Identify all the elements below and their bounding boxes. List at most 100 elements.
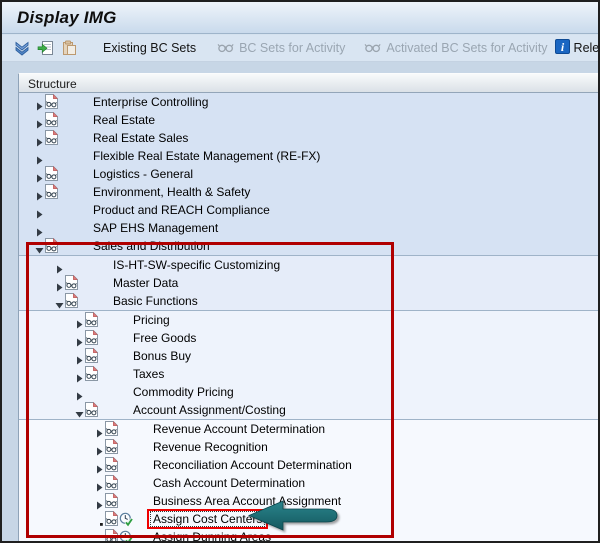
- expand-triangle-icon[interactable]: [95, 461, 104, 470]
- tree-band-level-4: Revenue Account Determination Revenue Rec…: [19, 420, 598, 541]
- img-doc-glasses-icon[interactable]: [105, 421, 118, 436]
- toolbar: Existing BC Sets BC Sets for Activity Ac…: [2, 35, 598, 62]
- img-doc-glasses-icon[interactable]: [105, 529, 118, 541]
- paste-icon[interactable]: [61, 40, 77, 57]
- tree-item-label[interactable]: Reconciliation Account Determination: [153, 458, 352, 472]
- img-activity-icon[interactable]: [119, 530, 134, 541]
- img-doc-glasses-icon[interactable]: [45, 166, 58, 181]
- img-doc-glasses-icon[interactable]: [105, 493, 118, 508]
- expand-triangle-icon[interactable]: [75, 316, 84, 325]
- expand-triangle-icon[interactable]: [35, 116, 44, 125]
- collapse-triangle-icon[interactable]: [35, 242, 44, 251]
- tree-row: IS-HT-SW-specific Customizing: [19, 256, 598, 274]
- tree-item-label[interactable]: Product and REACH Compliance: [93, 203, 270, 217]
- tree-row: Free Goods: [19, 329, 598, 347]
- tree-item-label[interactable]: Assign Dunning Areas: [153, 530, 271, 541]
- img-doc-glasses-icon[interactable]: [85, 366, 98, 381]
- img-doc-glasses-icon[interactable]: [105, 475, 118, 490]
- img-doc-glasses-icon[interactable]: [45, 130, 58, 145]
- expand-triangle-icon[interactable]: [95, 443, 104, 452]
- expand-collapse-chevrons-icon[interactable]: [14, 40, 30, 57]
- expand-triangle-icon[interactable]: [75, 352, 84, 361]
- expand-triangle-icon[interactable]: [35, 152, 44, 161]
- expand-triangle-icon[interactable]: [95, 479, 104, 488]
- release-notes-label: Release: [574, 41, 600, 55]
- expand-triangle-icon[interactable]: [95, 425, 104, 434]
- release-notes-button[interactable]: i Release: [555, 39, 600, 57]
- tree-row: Sales and Distribution: [19, 237, 598, 255]
- img-doc-glasses-icon[interactable]: [45, 184, 58, 199]
- img-doc-glasses-icon[interactable]: [105, 439, 118, 454]
- expand-triangle-icon[interactable]: [55, 279, 64, 288]
- expand-triangle-icon[interactable]: [75, 370, 84, 379]
- collapse-triangle-icon[interactable]: [75, 406, 84, 415]
- tree-item-label[interactable]: Real Estate Sales: [93, 131, 188, 145]
- tree-row: Commodity Pricing: [19, 383, 598, 401]
- expand-triangle-icon[interactable]: [35, 224, 44, 233]
- tree-item-label[interactable]: Flexible Real Estate Management (RE-FX): [93, 149, 320, 163]
- tree-item-label[interactable]: Revenue Recognition: [153, 440, 268, 454]
- info-icon: i: [555, 39, 570, 57]
- window-titlebar: Display IMG: [2, 2, 598, 34]
- expand-triangle-icon[interactable]: [75, 388, 84, 397]
- existing-bc-sets-button[interactable]: Existing BC Sets: [97, 40, 202, 56]
- img-doc-glasses-icon[interactable]: [105, 457, 118, 472]
- tree-item-label[interactable]: Business Area Account Assignment: [153, 494, 341, 508]
- img-doc-glasses-icon[interactable]: [65, 275, 78, 290]
- expand-triangle-icon[interactable]: [35, 134, 44, 143]
- expand-triangle-icon[interactable]: [35, 170, 44, 179]
- tree-row: Enterprise Controlling: [19, 93, 598, 111]
- tree-item-label[interactable]: Real Estate: [93, 113, 155, 127]
- img-doc-glasses-icon[interactable]: [105, 511, 118, 526]
- img-activity-icon[interactable]: [119, 512, 134, 527]
- img-doc-glasses-icon[interactable]: [45, 112, 58, 127]
- img-doc-glasses-icon[interactable]: [45, 238, 58, 253]
- tree-item-label[interactable]: Sales and Distribution: [93, 239, 210, 253]
- tree-item-label[interactable]: Basic Functions: [113, 294, 198, 308]
- tree-item-label[interactable]: Environment, Health & Safety: [93, 185, 250, 199]
- tree-band-level-3: Pricing Free Goods Bonus Buy Taxes Commodity…: [19, 311, 598, 420]
- activated-bc-sets-for-activity-button[interactable]: Activated BC Sets for Activity: [364, 41, 547, 56]
- tree-row: Taxes: [19, 365, 598, 383]
- img-doc-glasses-icon[interactable]: [85, 402, 98, 417]
- tree-item-label[interactable]: Commodity Pricing: [133, 385, 234, 399]
- tree-row: Basic Functions: [19, 292, 598, 310]
- tree-item-label[interactable]: Account Assignment/Costing: [133, 403, 286, 417]
- tree-item-label[interactable]: Master Data: [113, 276, 178, 290]
- expand-triangle-icon[interactable]: [35, 188, 44, 197]
- expand-triangle-icon[interactable]: [75, 334, 84, 343]
- tree-item-label[interactable]: Pricing: [133, 313, 170, 327]
- display-bc-sets-icon[interactable]: [37, 40, 54, 57]
- expand-triangle-icon[interactable]: [55, 261, 64, 270]
- tree-row: SAP EHS Management: [19, 219, 598, 237]
- glasses-icon: [364, 41, 382, 56]
- img-doc-glasses-icon[interactable]: [85, 312, 98, 327]
- img-doc-glasses-icon[interactable]: [85, 348, 98, 363]
- tree-row: Reconciliation Account Determination: [19, 456, 598, 474]
- tree-item-label[interactable]: IS-HT-SW-specific Customizing: [113, 258, 280, 272]
- expand-triangle-icon[interactable]: [35, 206, 44, 215]
- tree-item-label[interactable]: Assign Cost Centers: [151, 512, 264, 526]
- tree-row: Real Estate: [19, 111, 598, 129]
- img-doc-glasses-icon[interactable]: [45, 94, 58, 109]
- img-doc-glasses-icon[interactable]: [65, 293, 78, 308]
- collapse-triangle-icon[interactable]: [55, 297, 64, 306]
- img-doc-glasses-icon[interactable]: [85, 330, 98, 345]
- tree-item-label[interactable]: Enterprise Controlling: [93, 95, 208, 109]
- bc-sets-for-activity-label: BC Sets for Activity: [239, 41, 345, 55]
- tree-item-label[interactable]: Bonus Buy: [133, 349, 191, 363]
- tree-item-label[interactable]: SAP EHS Management: [93, 221, 218, 235]
- tree-item-label[interactable]: Logistics - General: [93, 167, 193, 181]
- tree-row: Cash Account Determination: [19, 474, 598, 492]
- tree-item-label[interactable]: Cash Account Determination: [153, 476, 305, 490]
- bc-sets-for-activity-button[interactable]: BC Sets for Activity: [217, 41, 345, 56]
- tree-item-label[interactable]: Revenue Account Determination: [153, 422, 325, 436]
- tree-item-label[interactable]: Taxes: [133, 367, 164, 381]
- expand-triangle-icon[interactable]: [95, 497, 104, 506]
- expand-triangle-icon[interactable]: [35, 98, 44, 107]
- tree-row: Revenue Account Determination: [19, 420, 598, 438]
- glasses-icon: [217, 41, 235, 56]
- tree-item-label[interactable]: Free Goods: [133, 331, 196, 345]
- tree-band-level-1: Enterprise Controlling Real Estate Real Es…: [19, 93, 598, 256]
- page-title: Display IMG: [2, 2, 598, 28]
